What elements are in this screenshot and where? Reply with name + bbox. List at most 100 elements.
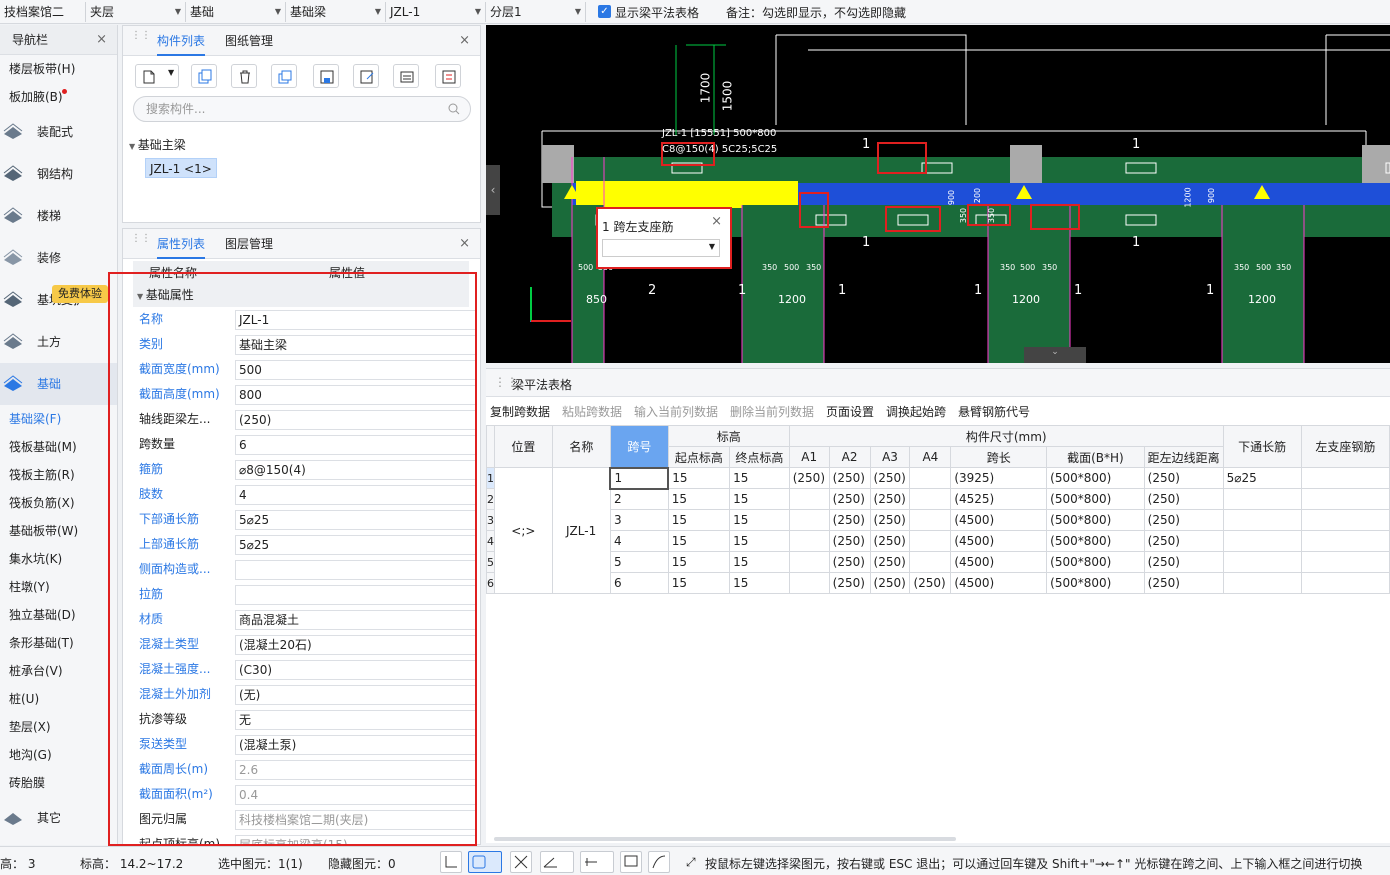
table-row[interactable]: 3 3 15 15 (250) (250) (4500) (500*800) (250) <box>486 509 1390 531</box>
table-row[interactable]: 2 2 15 15 (250) (250) (4525) (500*800) (250) <box>486 488 1390 510</box>
row-index[interactable]: 3 <box>486 509 495 531</box>
drag-handle-icon[interactable]: ⋮⋮ <box>131 31 151 49</box>
a3-cell[interactable]: (250) <box>869 572 911 594</box>
save-button[interactable] <box>313 64 339 88</box>
horizontal-scrollbar[interactable] <box>494 837 956 841</box>
bottom-long-cell[interactable]: 5⌀25 <box>1222 467 1302 489</box>
row-index[interactable]: 5 <box>486 551 495 573</box>
a2-cell[interactable]: (250) <box>828 572 871 594</box>
table-row[interactable]: 1 <;> JZL-1 1 15 15 (250) (250) (250) (3925) (500*… <box>486 466 1390 594</box>
snap-button[interactable] <box>580 851 614 873</box>
edge-dist-cell[interactable]: (250) <box>1143 551 1224 573</box>
copy-button[interactable] <box>191 64 217 88</box>
nav-item[interactable]: 楼层板带(H) <box>0 55 117 83</box>
span-cell[interactable]: 5 <box>609 551 669 573</box>
nav-category[interactable]: 其它 <box>0 797 117 839</box>
delete-button[interactable] <box>231 64 257 88</box>
row-index[interactable]: 6 <box>486 572 495 594</box>
a2-cell[interactable]: (250) <box>828 551 871 573</box>
free-trial-badge[interactable]: 免费体验 <box>52 285 108 303</box>
collapse-left-handle[interactable]: ‹ <box>486 165 500 215</box>
list-button[interactable] <box>435 64 461 88</box>
a3-cell[interactable]: (250) <box>869 488 911 510</box>
section-cell[interactable]: (500*800) <box>1046 530 1145 552</box>
span-len-cell[interactable]: (4525) <box>950 488 1048 510</box>
tab-drawing-management[interactable]: 图纸管理 <box>225 26 273 56</box>
section-cell[interactable]: (500*800) <box>1046 467 1145 489</box>
row-index[interactable]: 1 <box>486 467 495 489</box>
nav-sub-item[interactable]: 柱墩(Y) <box>0 573 117 601</box>
span-len-cell[interactable]: (4500) <box>950 551 1048 573</box>
a4-cell[interactable] <box>909 488 952 510</box>
tab-property-list[interactable]: 属性列表 <box>157 229 206 259</box>
tab-component-list[interactable]: 构件列表 <box>157 26 206 56</box>
a1-cell[interactable] <box>788 488 830 510</box>
col-span[interactable]: 跨号 <box>609 425 669 468</box>
ortho-button[interactable] <box>440 851 462 873</box>
a4-cell[interactable] <box>909 530 952 552</box>
new-component-button[interactable]: ▼ <box>135 64 179 88</box>
left-support-cell[interactable] <box>1300 572 1390 594</box>
a1-cell[interactable] <box>788 551 830 573</box>
a4-cell[interactable] <box>909 551 952 573</box>
a2-cell[interactable]: (250) <box>828 509 871 531</box>
nav-category[interactable]: 装修 <box>0 237 117 279</box>
nav-sub-item[interactable]: 集水坑(K) <box>0 545 117 573</box>
project-select[interactable]: 技档案馆二 <box>0 2 86 22</box>
close-icon[interactable]: × <box>711 214 722 229</box>
a3-cell[interactable]: (250) <box>869 467 911 489</box>
span-cell[interactable]: 3 <box>609 509 669 531</box>
span-cell[interactable]: 1 <box>609 466 670 490</box>
span-cell[interactable]: 4 <box>609 530 669 552</box>
row-index[interactable]: 2 <box>486 488 495 510</box>
nav-category[interactable]: 钢结构 <box>0 153 117 195</box>
a4-cell[interactable] <box>909 509 952 531</box>
member-select[interactable]: JZL-1 ▼ <box>386 2 486 22</box>
name-cell[interactable]: JZL-1 <box>551 467 611 594</box>
edge-dist-cell[interactable]: (250) <box>1143 572 1224 594</box>
tree-item-jzl1[interactable]: JZL-1 <1> <box>145 158 217 178</box>
left-support-cell[interactable] <box>1300 530 1390 552</box>
a3-cell[interactable]: (250) <box>869 551 911 573</box>
nav-sub-item[interactable]: 筏板主筋(R) <box>0 461 117 489</box>
layer-select[interactable]: 分层1 ▼ <box>486 2 586 22</box>
bottom-long-cell[interactable] <box>1222 509 1302 531</box>
grid-toolbar-button[interactable]: 输入当前列数据 <box>634 403 718 420</box>
left-support-cell[interactable] <box>1300 509 1390 531</box>
nav-sub-item[interactable]: 地沟(G) <box>0 741 117 769</box>
left-support-cell[interactable] <box>1300 551 1390 573</box>
table-row[interactable]: 6 6 15 15 (250) (250) (250) (4500) (500*800) (250… <box>486 572 1390 594</box>
nav-item[interactable]: 板加腋(B) <box>0 83 117 111</box>
a4-cell[interactable] <box>909 467 952 489</box>
start-elev-cell[interactable]: 15 <box>667 551 731 573</box>
end-elev-cell[interactable]: 15 <box>729 572 790 594</box>
nav-category[interactable]: 基础 <box>0 363 117 405</box>
span-cell[interactable]: 6 <box>609 572 669 594</box>
span-cell[interactable]: 2 <box>609 488 669 510</box>
layer-copy-button[interactable] <box>271 64 297 88</box>
edge-dist-cell[interactable]: (250) <box>1143 488 1224 510</box>
edge-dist-cell[interactable]: (250) <box>1143 509 1224 531</box>
a3-cell[interactable]: (250) <box>869 509 911 531</box>
nav-sub-item[interactable]: 条形基础(T) <box>0 629 117 657</box>
grid-toolbar-button[interactable]: 删除当前列数据 <box>730 403 814 420</box>
floor-select[interactable]: 夹层 ▼ <box>86 2 186 22</box>
span-len-cell[interactable]: (3925) <box>950 467 1048 489</box>
grid-toolbar-button[interactable]: 粘贴跨数据 <box>562 403 622 420</box>
section-cell[interactable]: (500*800) <box>1046 509 1145 531</box>
start-elev-cell[interactable]: 15 <box>667 509 731 531</box>
tree-group[interactable]: ▼ 基础主梁 <box>129 136 186 153</box>
nav-sub-item[interactable]: 独立基础(D) <box>0 601 117 629</box>
cad-drawing-canvas[interactable]: 1700 1500 JZL-1 [15551] 500*800 C8@150(4… <box>486 25 1390 363</box>
start-elev-cell[interactable]: 15 <box>667 530 731 552</box>
table-row[interactable]: 5 5 15 15 (250) (250) (4500) (500*800) (250) <box>486 551 1390 573</box>
close-icon[interactable]: × <box>459 236 470 251</box>
nav-category[interactable]: 装配式 <box>0 111 117 153</box>
section-cell[interactable]: (500*800) <box>1046 488 1145 510</box>
a2-cell[interactable]: (250) <box>828 467 871 489</box>
drag-handle-icon[interactable]: ⋮⋮ <box>131 234 151 252</box>
nav-sub-item[interactable]: 基础梁(F) <box>0 405 117 433</box>
grid-toolbar-button[interactable]: 页面设置 <box>826 403 874 420</box>
bottom-long-cell[interactable] <box>1222 572 1302 594</box>
span-len-cell[interactable]: (4500) <box>950 530 1048 552</box>
